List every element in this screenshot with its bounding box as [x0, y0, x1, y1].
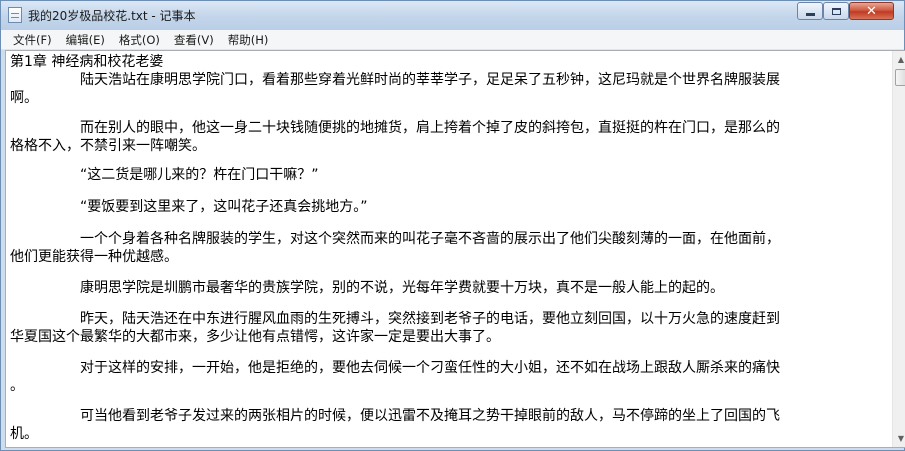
text-line: 格格不入，不禁引来一阵嘲笑。 [10, 138, 206, 154]
text-line: 对于这样的安排，一开始，他是拒绝的，要他去伺候一个刁蛮任性的大小姐，还不如在战场… [10, 360, 780, 376]
close-button[interactable]: ✕ [849, 2, 894, 20]
text-line: “要饭要到这里来了，这叫花子还真会挑地方。” [10, 199, 368, 215]
vertical-scrollbar[interactable]: ▲ ▼ [892, 51, 905, 447]
minimize-button[interactable] [797, 2, 823, 20]
scroll-down-arrow-icon[interactable]: ▼ [893, 430, 905, 447]
text-line: 机。 [10, 426, 38, 442]
maximize-button[interactable] [823, 2, 849, 20]
menu-bar: 文件(F) 编辑(E) 格式(O) 查看(V) 帮助(H) [1, 30, 904, 50]
notepad-app-icon[interactable] [8, 7, 22, 23]
text-line: 康明思学院是圳鹏市最奢华的贵族学院，别的不说，光每年学费就要十万块，真不是一般人… [10, 280, 724, 296]
text-line: 陆天浩站在康明思学院门口，看着那些穿着光鲜时尚的莘莘学子，足足呆了五秒钟，这尼玛… [10, 72, 780, 88]
title-bar[interactable]: 我的20岁极品校花.txt - 记事本 ✕ [1, 1, 904, 30]
text-line: 华夏国这个最繁华的大都市来，多少让他有点错愕，这许家一定是要出大事了。 [10, 329, 500, 345]
text-line: 第1章 神经病和校花老婆 [10, 54, 164, 70]
menu-file[interactable]: 文件(F) [7, 32, 58, 48]
text-line: 可当他看到老爷子发过来的两张相片的时候，便以迅雷不及掩耳之势干掉眼前的敌人，马不… [10, 408, 780, 424]
menu-view[interactable]: 查看(V) [168, 32, 220, 48]
menu-help[interactable]: 帮助(H) [222, 32, 275, 48]
text-line: 一个个身着各种名牌服装的学生，对这个突然而来的叫花子毫不吝啬的展示出了他们尖酸刻… [10, 231, 780, 247]
menu-edit[interactable]: 编辑(E) [60, 32, 111, 48]
minimize-icon [805, 12, 815, 16]
text-line: 昨天，陆天浩还在中东进行腥风血雨的生死搏斗，突然接到老爷子的电话，要他立刻回国，… [10, 311, 780, 327]
text-line: “这二货是哪儿来的？杵在门口干嘛？” [10, 167, 319, 183]
text-line: 他们更能获得一种优越感。 [10, 249, 178, 265]
scroll-up-arrow-icon[interactable]: ▲ [893, 51, 905, 68]
text-line: 而在别人的眼中，他这一身二十块钱随便挑的地摊货，肩上挎着个掉了皮的斜挎包，直挺挺… [10, 120, 780, 136]
text-editor-area[interactable]: 第1章 神经病和校花老婆 陆天浩站在康明思学院门口，看着那些穿着光鲜时尚的莘莘学… [5, 50, 905, 448]
maximize-icon [831, 7, 841, 15]
text-line: 啊。 [10, 90, 38, 106]
window-title: 我的20岁极品校花.txt - 记事本 [28, 9, 196, 23]
background-window-title [319, 9, 357, 21]
text-line: 。 [10, 378, 24, 394]
scrollbar-thumb[interactable] [895, 69, 905, 86]
menu-format[interactable]: 格式(O) [113, 32, 166, 48]
notepad-window: 我的20岁极品校花.txt - 记事本 ✕ 文件(F) 编辑(E) 格式(O) … [0, 0, 905, 451]
close-icon: ✕ [866, 3, 877, 19]
